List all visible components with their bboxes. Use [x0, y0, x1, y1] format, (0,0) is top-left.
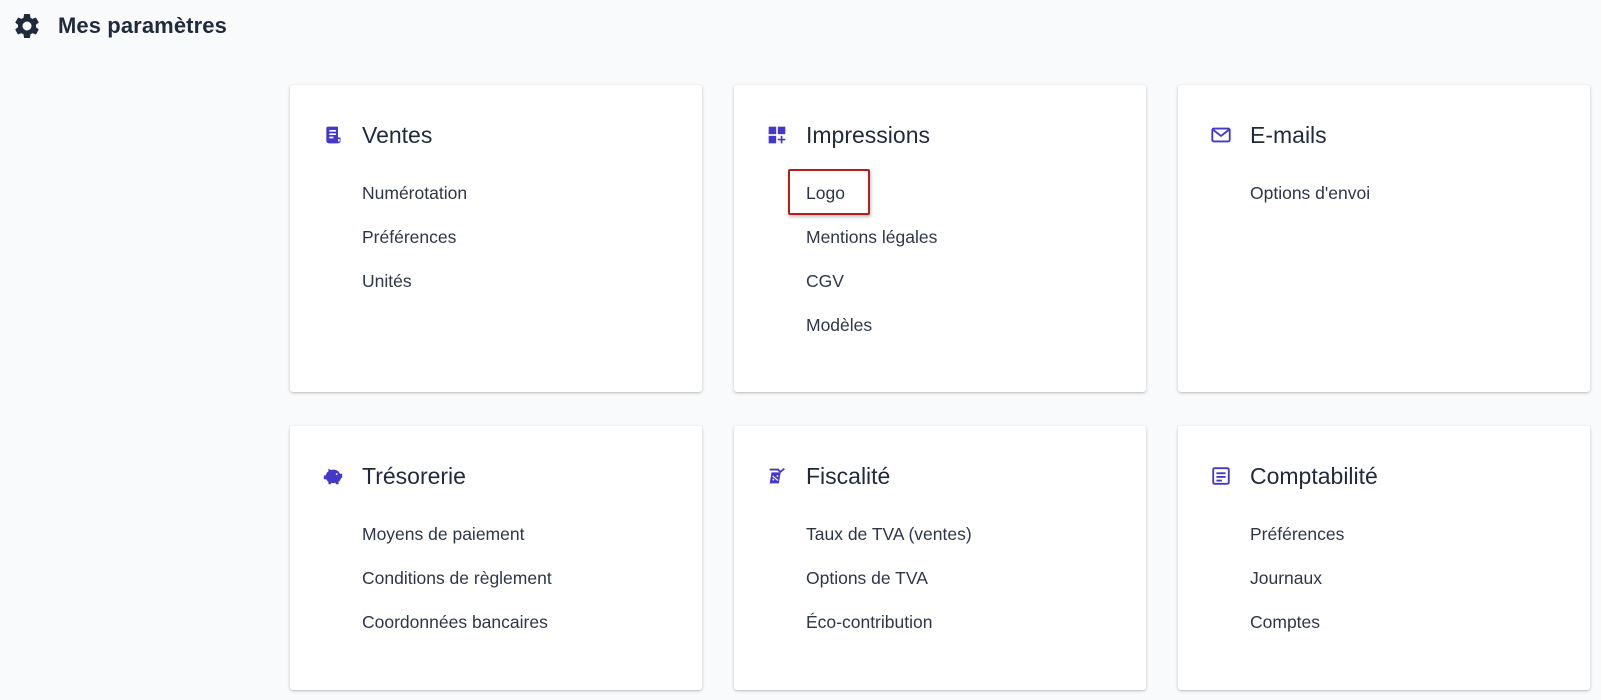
dashboard-add-icon — [766, 124, 788, 146]
link-cgv[interactable]: CGV — [806, 269, 844, 293]
card-title: Ventes — [322, 119, 432, 151]
card-impressions: Impressions Logo Mentions légales CGV Mo… — [734, 85, 1146, 392]
card-heading: Fiscalité — [806, 462, 891, 489]
link-unites[interactable]: Unités — [362, 269, 412, 293]
link-preferences-ventes[interactable]: Préférences — [362, 225, 456, 249]
link-list: Moyens de paiement Conditions de règleme… — [362, 522, 552, 654]
card-emails: E-mails Options d'envoi — [1178, 85, 1590, 392]
link-modeles[interactable]: Modèles — [806, 313, 872, 337]
card-ventes: Ventes Numérotation Préférences Unités — [290, 85, 702, 392]
card-heading: E-mails — [1250, 121, 1327, 148]
card-heading: Impressions — [806, 121, 930, 148]
link-logo[interactable]: Logo — [788, 169, 870, 215]
link-preferences-comptabilite[interactable]: Préférences — [1250, 522, 1344, 546]
link-list: Taux de TVA (ventes) Options de TVA Éco-… — [806, 522, 972, 654]
link-conditions-reglement[interactable]: Conditions de règlement — [362, 566, 552, 590]
tax-document-icon — [766, 465, 788, 487]
link-moyens-paiement[interactable]: Moyens de paiement — [362, 522, 524, 546]
card-title: Comptabilité — [1210, 460, 1378, 492]
card-heading: Comptabilité — [1250, 462, 1378, 489]
link-list: Préférences Journaux Comptes — [1250, 522, 1344, 654]
link-options-envoi[interactable]: Options d'envoi — [1250, 181, 1370, 205]
receipt-icon — [322, 124, 344, 146]
link-numerotation[interactable]: Numérotation — [362, 181, 467, 205]
page-header: Mes paramètres — [12, 10, 227, 42]
link-mentions-legales[interactable]: Mentions légales — [806, 225, 937, 249]
page-title: Mes paramètres — [58, 13, 227, 38]
link-list: Numérotation Préférences Unités — [362, 181, 467, 313]
card-title: Fiscalité — [766, 460, 890, 492]
link-coordonnees-bancaires[interactable]: Coordonnées bancaires — [362, 610, 548, 634]
card-title: E-mails — [1210, 119, 1327, 151]
card-heading: Ventes — [362, 121, 433, 148]
link-taux-tva[interactable]: Taux de TVA (ventes) — [806, 522, 972, 546]
card-comptabilite: Comptabilité Préférences Journaux Compte… — [1178, 426, 1590, 690]
mail-icon — [1210, 124, 1232, 146]
link-eco-contribution[interactable]: Éco-contribution — [806, 610, 932, 634]
link-comptes[interactable]: Comptes — [1250, 610, 1320, 634]
card-title: Trésorerie — [322, 460, 466, 492]
ledger-icon — [1210, 465, 1232, 487]
card-fiscalite: Fiscalité Taux de TVA (ventes) Options d… — [734, 426, 1146, 690]
piggy-bank-icon — [322, 465, 344, 487]
card-title: Impressions — [766, 119, 930, 151]
settings-grid: Ventes Numérotation Préférences Unités I… — [290, 85, 1590, 690]
gear-icon — [12, 11, 42, 41]
link-list: Options d'envoi — [1250, 181, 1370, 225]
link-journaux[interactable]: Journaux — [1250, 566, 1322, 590]
card-tresorerie: Trésorerie Moyens de paiement Conditions… — [290, 426, 702, 690]
link-list: Logo Mentions légales CGV Modèles — [788, 169, 937, 357]
card-heading: Trésorerie — [362, 462, 466, 489]
link-options-tva[interactable]: Options de TVA — [806, 566, 928, 590]
